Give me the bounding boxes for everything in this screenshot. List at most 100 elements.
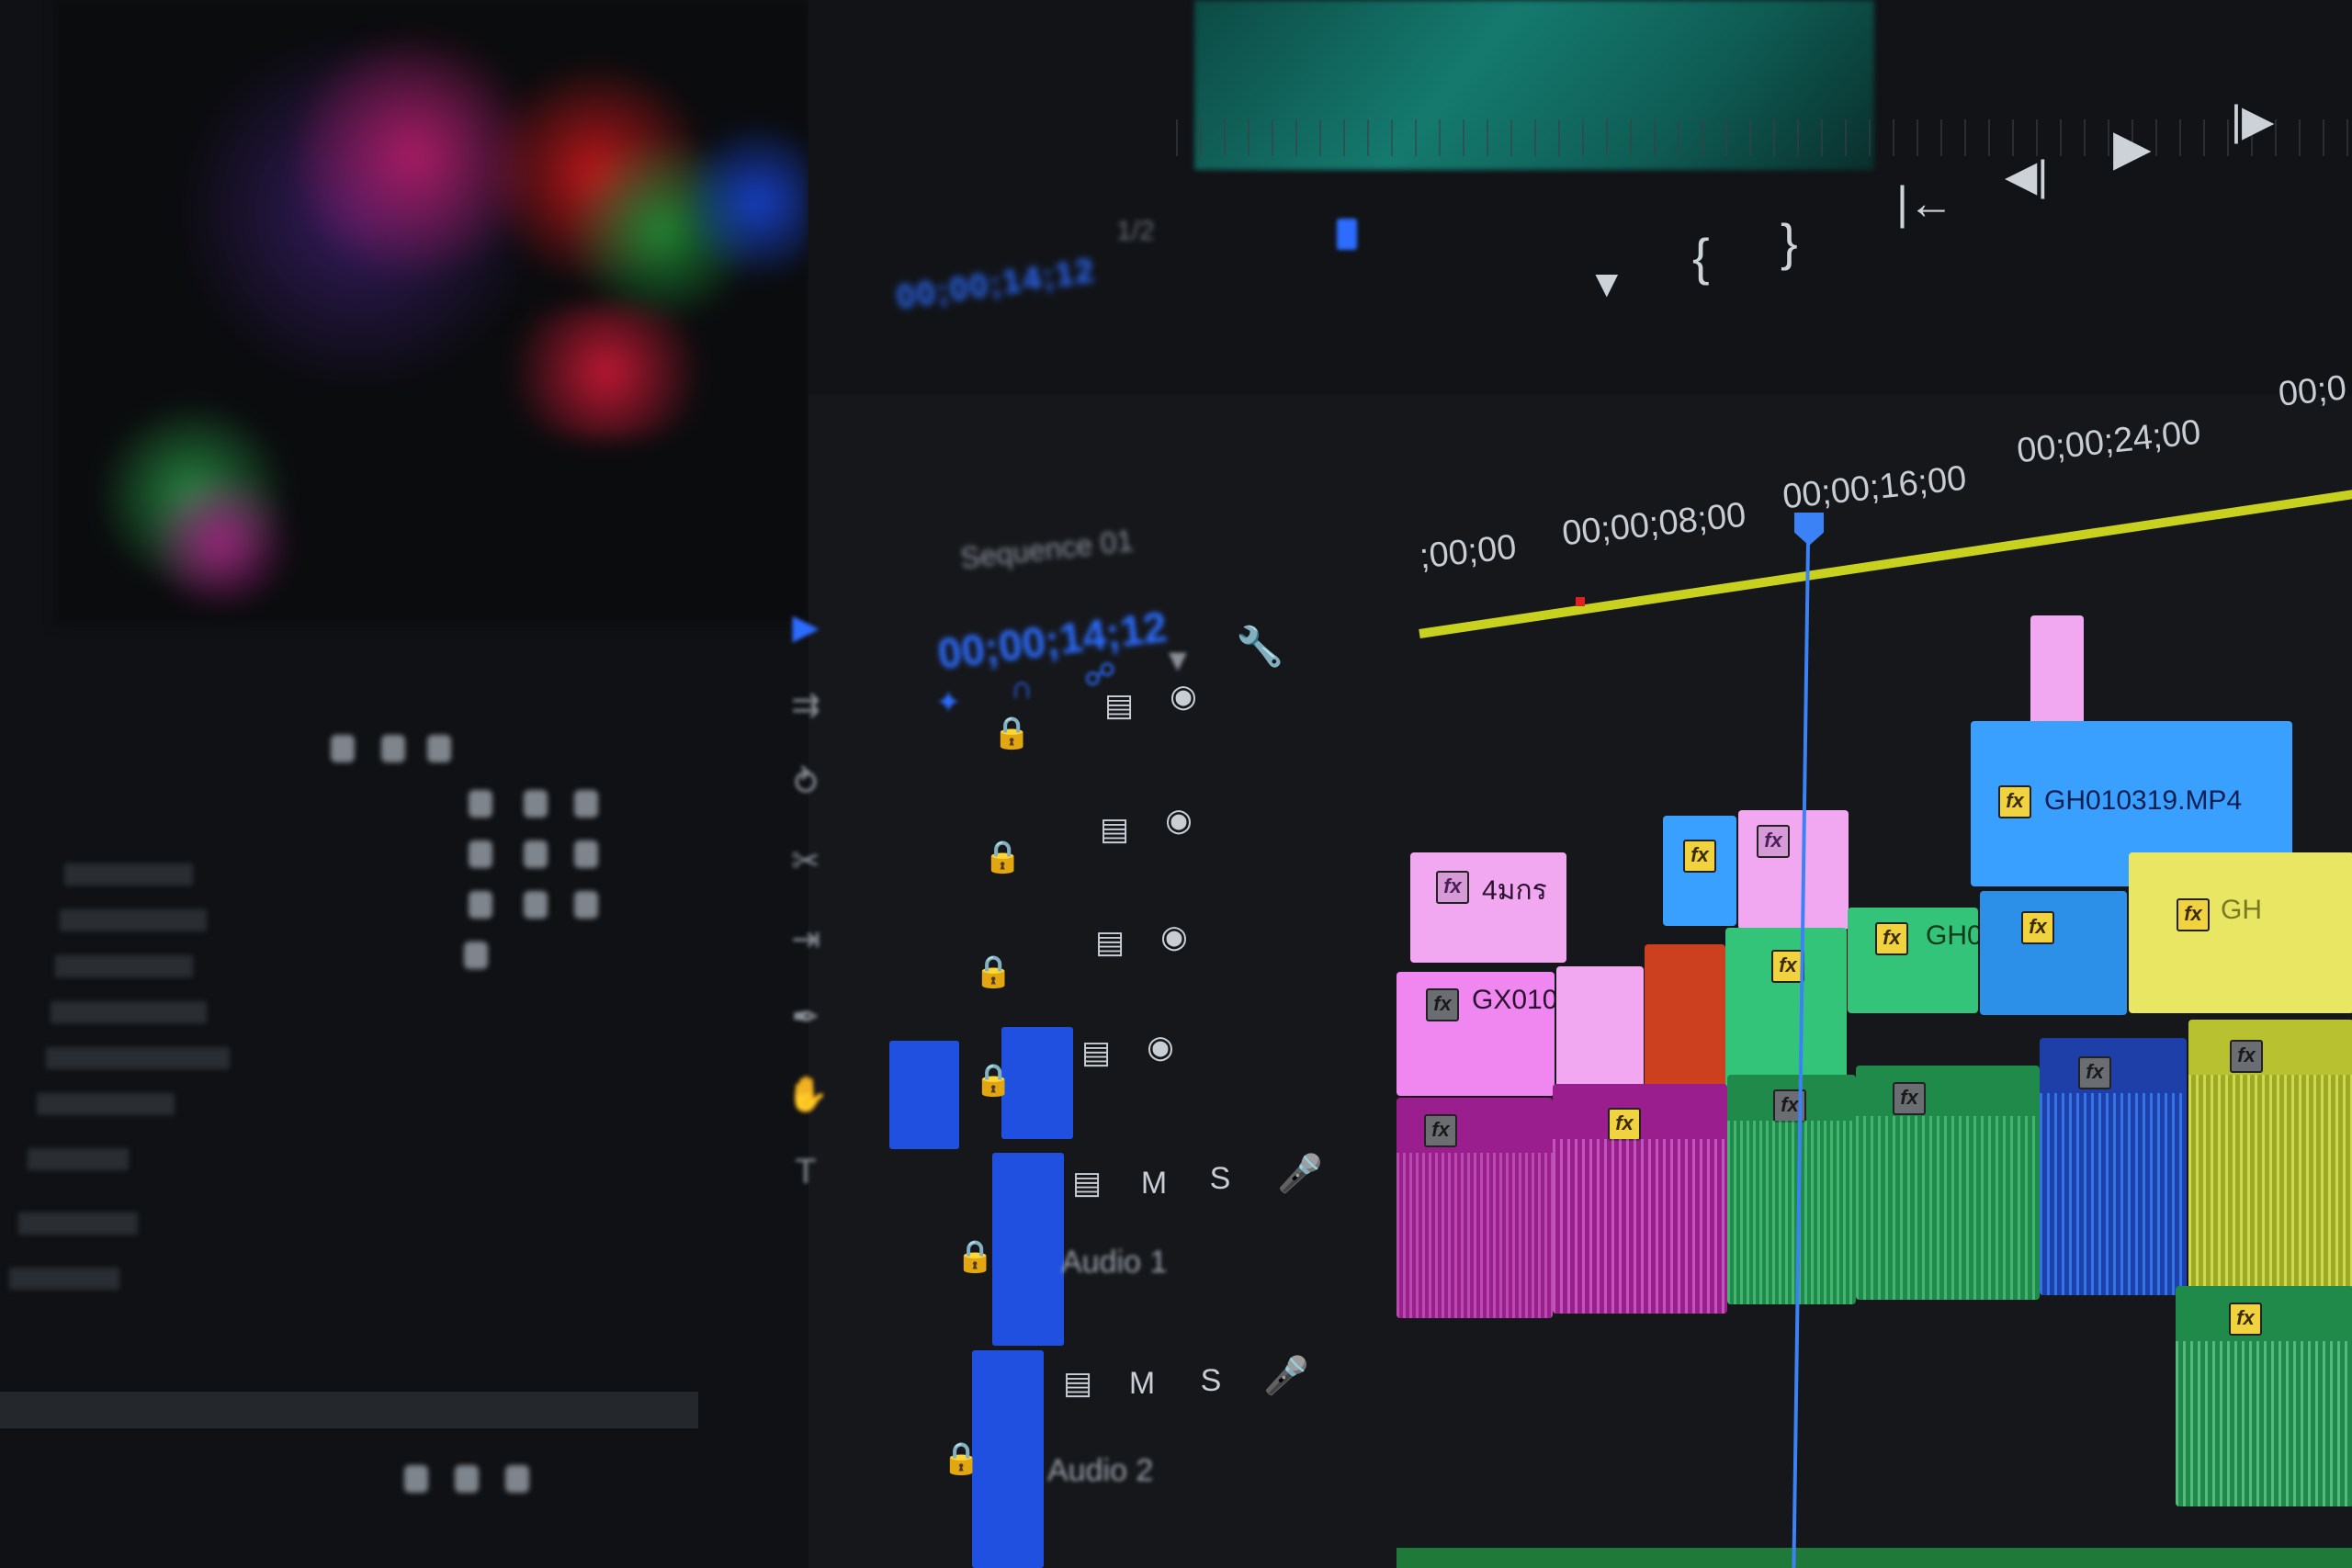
timeline-clip[interactable]: fx GX0103 (1396, 972, 1555, 1096)
razor-tool-icon[interactable]: ✂ (786, 840, 826, 881)
list-item[interactable] (60, 909, 207, 931)
fx-badge-icon: fx (1875, 922, 1908, 955)
lock-icon[interactable]: 🔒 (983, 840, 1022, 874)
go-to-in-icon[interactable]: |← (1896, 180, 1954, 226)
timeline-clip[interactable]: fx (1725, 928, 1847, 1089)
fx-badge-icon: fx (1683, 840, 1716, 873)
clip-name: 4มกร (1482, 875, 1547, 906)
track-name-audio2[interactable]: Audio 2 (1047, 1453, 1153, 1489)
track-name-audio1[interactable]: Audio 1 (1061, 1245, 1167, 1280)
mute-button[interactable]: M (1137, 1167, 1170, 1200)
fx-badge-icon: fx (1426, 988, 1459, 1021)
timeline-clip[interactable]: fx GH (2129, 852, 2352, 1013)
audio-clip[interactable]: fx (1856, 1066, 2040, 1300)
sync-lock-icon[interactable]: ▤ (1102, 689, 1136, 722)
ruler-label: 00;00;08;00 (1560, 495, 1748, 554)
track-header-a1: ▤ M S 🎤 🔒 Audio 1 (882, 1139, 1396, 1280)
clip-name: GH010319.MP4 (2044, 785, 2243, 816)
eye-icon[interactable]: ◉ (1158, 920, 1191, 953)
fx-badge-icon: fx (2229, 1303, 2262, 1336)
microphone-icon[interactable]: 🎤 (1263, 1358, 1309, 1394)
grip-icon (574, 790, 598, 818)
wrench-icon[interactable]: 🔧 (1236, 625, 1283, 668)
sync-lock-icon[interactable]: ▤ (1093, 926, 1126, 959)
list-item[interactable] (9, 1268, 119, 1290)
pen-tool-icon[interactable]: ✒ (786, 997, 826, 1037)
add-marker-icon[interactable]: ▼ (1588, 265, 1626, 303)
list-item[interactable] (46, 1047, 230, 1069)
selection-tool-icon[interactable]: ▶ (786, 606, 826, 647)
list-item[interactable] (28, 1148, 129, 1170)
grip-icon (524, 891, 548, 919)
lock-icon[interactable]: 🔒 (974, 1064, 1012, 1097)
lock-icon[interactable]: 🔒 (992, 716, 1031, 750)
marker[interactable] (1576, 597, 1585, 606)
list-item[interactable] (37, 1093, 175, 1115)
panel-scrollbar[interactable] (0, 1392, 698, 1428)
grip-icon (404, 1465, 428, 1493)
sync-lock-icon[interactable]: ▤ (1070, 1167, 1103, 1200)
ripple-edit-tool-icon[interactable]: ⥁ (786, 762, 826, 803)
list-item[interactable] (51, 1001, 207, 1023)
fx-badge-icon: fx (1757, 825, 1790, 858)
type-tool-icon[interactable]: T (786, 1153, 826, 1193)
tools-panel: ▶ ⇉ ⥁ ✂ ⇥ ✒ ✋ T (786, 606, 841, 1213)
time-ruler[interactable]: ;00;00 00;00;08;00 00;00;16;00 00;00;24;… (1418, 368, 2352, 625)
timeline-clip[interactable]: fx 4มกร (1410, 852, 1566, 963)
timeline-clip[interactable]: fx (1663, 816, 1736, 926)
fx-badge-icon: fx (1998, 785, 2031, 818)
audio-clip[interactable]: fx (1727, 1075, 1856, 1304)
timeline-clip[interactable]: fx (1738, 810, 1849, 930)
grip-icon (524, 790, 548, 818)
audio-clip[interactable]: fx (2176, 1286, 2352, 1506)
grip-icon (469, 891, 492, 919)
mute-button[interactable]: M (1125, 1367, 1159, 1400)
timeline-clip[interactable] (1645, 944, 1725, 1091)
track-select-tool-icon[interactable]: ⇉ (786, 684, 826, 725)
add-marker-timeline-icon[interactable]: ▼ (1162, 643, 1199, 680)
timeline-clip[interactable]: fx GH01 (1848, 908, 1978, 1013)
timeline-clip[interactable] (1556, 966, 1644, 1090)
sync-lock-icon[interactable]: ▤ (1098, 813, 1131, 846)
hand-tool-icon[interactable]: ✋ (786, 1075, 829, 1115)
audio-clip[interactable] (1396, 1548, 2352, 1568)
list-item[interactable] (64, 863, 193, 886)
lock-icon[interactable]: 🔒 (974, 955, 1012, 988)
track-header-v2: 🔒 ▤ ◉ (882, 909, 1396, 1010)
lock-icon[interactable]: 🔒 (942, 1442, 980, 1475)
step-forward-icon[interactable]: |▶ (2231, 99, 2274, 141)
solo-button[interactable]: S (1194, 1364, 1227, 1397)
sync-lock-icon[interactable]: ▤ (1080, 1036, 1113, 1069)
timeline-tracks: fx fx fx GH010319.MP4 fx 4มกร fx fx GH01… (1396, 606, 2352, 1568)
eye-icon[interactable]: ◉ (1167, 680, 1200, 713)
step-back-icon[interactable]: ◀| (2005, 154, 2048, 197)
microphone-icon[interactable]: 🎤 (1277, 1156, 1323, 1192)
fx-badge-icon: fx (1893, 1082, 1926, 1115)
list-item[interactable] (55, 955, 193, 977)
solo-button[interactable]: S (1204, 1162, 1237, 1195)
audio-clip[interactable]: fx (1553, 1084, 1727, 1314)
eye-icon[interactable]: ◉ (1162, 804, 1195, 837)
lock-icon[interactable]: 🔒 (956, 1240, 994, 1273)
grip-icon (574, 891, 598, 919)
audio-clip[interactable]: fx (1396, 1098, 1553, 1318)
sync-lock-icon[interactable]: ▤ (1061, 1367, 1094, 1400)
grip-icon (464, 942, 488, 969)
monitor-fit-select[interactable]: 1/2 (1116, 216, 1155, 247)
timeline-clip[interactable]: fx (1980, 891, 2127, 1015)
mark-out-icon[interactable]: } (1781, 217, 1798, 268)
monitor-settings-icon[interactable] (1337, 219, 1357, 250)
audio-clip[interactable]: fx (2040, 1038, 2187, 1295)
play-icon[interactable]: ▶ (2113, 123, 2152, 173)
fx-badge-icon: fx (1436, 871, 1469, 904)
track-header-v1: 🔒 ▤ ◉ (882, 1020, 1396, 1121)
eye-icon[interactable]: ◉ (1144, 1031, 1177, 1064)
monitor-mini-ruler[interactable] (1176, 119, 2352, 156)
list-item[interactable] (18, 1213, 138, 1235)
fx-badge-icon: fx (1608, 1108, 1641, 1141)
grip-icon (505, 1465, 529, 1493)
mark-in-icon[interactable]: { (1692, 231, 1710, 283)
ruler-label: 00;0 (2276, 368, 2348, 414)
audio-clip[interactable]: fx (2188, 1020, 2352, 1295)
slip-tool-icon[interactable]: ⇥ (786, 919, 826, 959)
